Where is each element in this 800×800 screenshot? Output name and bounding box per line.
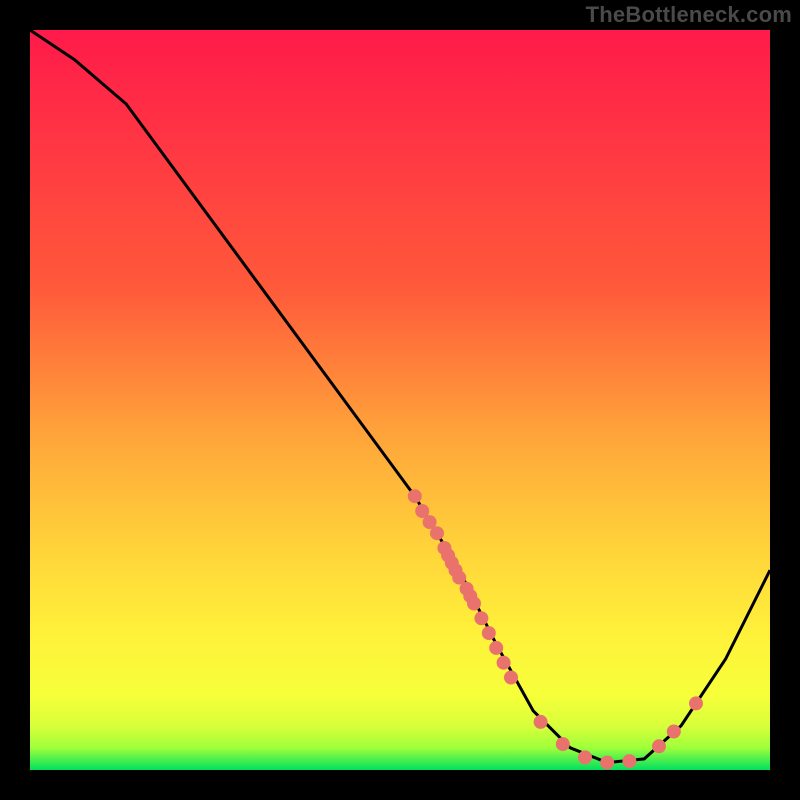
data-dot bbox=[474, 611, 488, 625]
data-dot bbox=[482, 626, 496, 640]
data-dot bbox=[497, 656, 511, 670]
data-dot bbox=[600, 756, 614, 770]
data-dot bbox=[689, 696, 703, 710]
data-dot bbox=[408, 489, 422, 503]
data-dot bbox=[652, 739, 666, 753]
watermark-text: TheBottleneck.com bbox=[586, 2, 792, 28]
chart-stage: TheBottleneck.com bbox=[0, 0, 800, 800]
data-dot bbox=[467, 597, 481, 611]
plot-background bbox=[30, 30, 770, 770]
chart-svg bbox=[0, 0, 800, 800]
data-dot bbox=[556, 737, 570, 751]
data-dot bbox=[667, 725, 681, 739]
data-dot bbox=[534, 715, 548, 729]
data-dot bbox=[430, 526, 444, 540]
data-dot bbox=[622, 754, 636, 768]
data-dot bbox=[578, 750, 592, 764]
data-dot bbox=[489, 641, 503, 655]
data-dot bbox=[504, 671, 518, 685]
